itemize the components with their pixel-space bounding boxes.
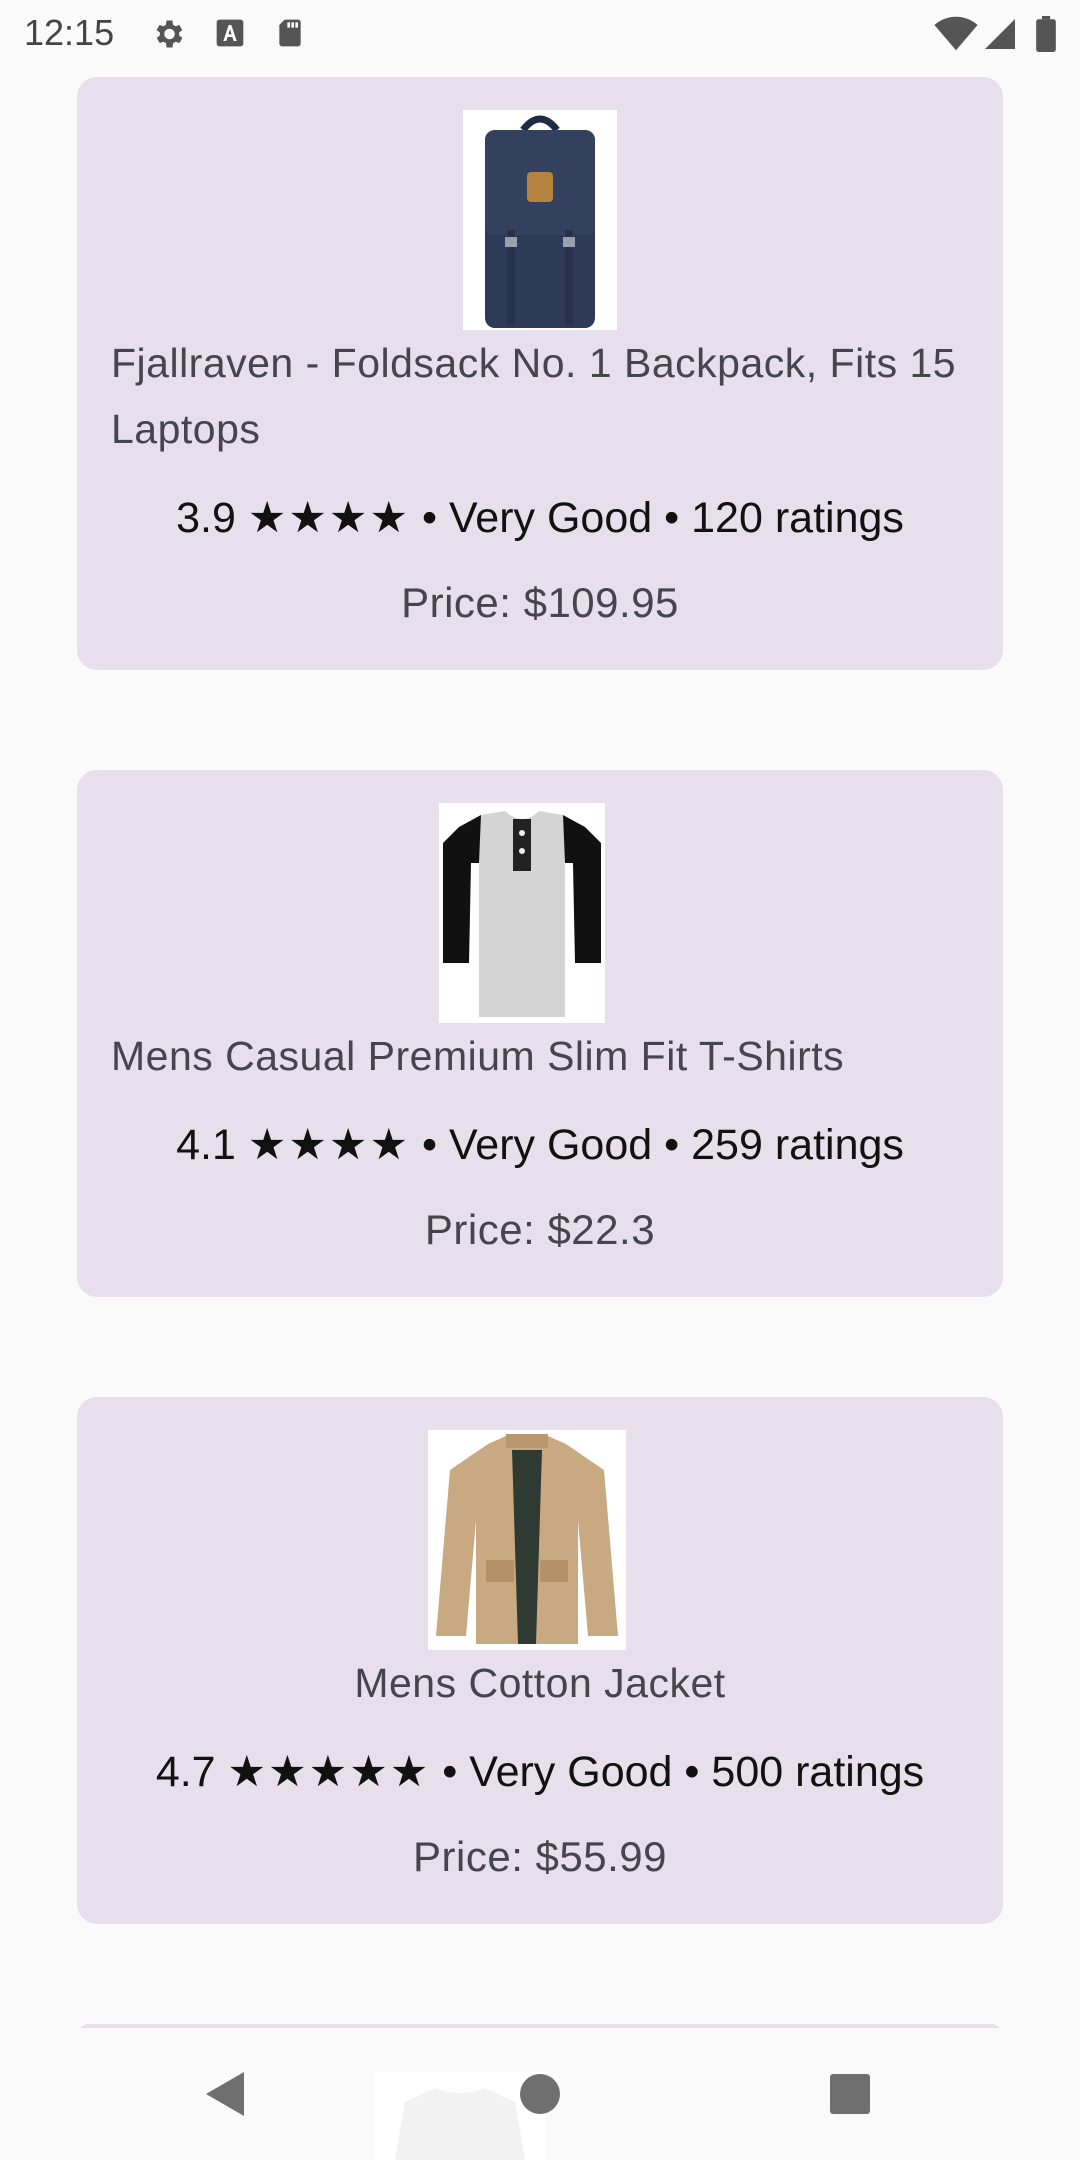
wifi-icon [934, 16, 978, 51]
status-time: 12:15 [24, 12, 115, 53]
tshirt-image [439, 803, 605, 1023]
font-a-icon [216, 19, 244, 47]
backpack-image [463, 110, 617, 330]
rating-value: 4.1 [176, 1121, 236, 1169]
rating-row: 4.1 ★★★★ • Very Good • 259 ratings [77, 1120, 1003, 1170]
jacket-image [428, 1430, 626, 1650]
rating-label: Very Good [448, 494, 653, 542]
ratings-count: 259 ratings [691, 1121, 904, 1169]
back-icon[interactable] [204, 2070, 246, 2118]
rating-value: 3.9 [176, 494, 236, 542]
ratings-count: 120 ratings [691, 494, 904, 542]
product-card[interactable]: Fjallraven - Foldsack No. 1 Backpack, Fi… [77, 77, 1003, 670]
ratings-count: 500 ratings [711, 1748, 925, 1796]
separator: • [664, 494, 680, 542]
sd-card-icon [279, 19, 301, 47]
status-bar: 12:15 [0, 0, 1080, 70]
product-card[interactable]: Mens Casual Premium Slim Fit T-Shirts 4.… [77, 770, 1003, 1297]
product-title: Mens Casual Premium Slim Fit T-Shirts [111, 1033, 845, 1079]
price: Price: $22.3 [424, 1206, 656, 1253]
star-icon: ★★★★★ [227, 1748, 431, 1796]
price: Price: $55.99 [413, 1833, 667, 1880]
product-title: Mens Cotton Jacket [354, 1660, 726, 1706]
price: Price: $109.95 [401, 579, 679, 626]
rating-label: Very Good [469, 1748, 673, 1796]
recents-icon[interactable] [828, 2072, 872, 2116]
rating-value: 4.7 [155, 1748, 216, 1796]
separator: • [442, 1748, 458, 1796]
nav-bar [0, 2028, 1080, 2160]
product-card[interactable]: Mens Cotton Jacket 4.7 ★★★★★ • Very Good… [77, 1397, 1003, 1924]
star-icon: ★★★★ [247, 1121, 411, 1169]
rating-label: Very Good [448, 1121, 653, 1169]
product-title: Fjallraven - Foldsack No. 1 Backpack, Fi… [111, 340, 957, 452]
separator: • [421, 494, 438, 542]
battery-icon [1036, 16, 1056, 52]
gear-icon [156, 20, 183, 48]
star-icon: ★★★★ [247, 494, 411, 542]
home-icon[interactable] [518, 2072, 562, 2116]
separator: • [664, 1121, 680, 1169]
rating-row: 4.7 ★★★★★ • Very Good • 500 ratings [77, 1747, 1003, 1797]
separator: • [684, 1748, 700, 1796]
rating-row: 3.9 ★★★★ • Very Good • 120 ratings [77, 493, 1003, 543]
signal-icon [985, 19, 1015, 49]
separator: • [421, 1121, 438, 1169]
